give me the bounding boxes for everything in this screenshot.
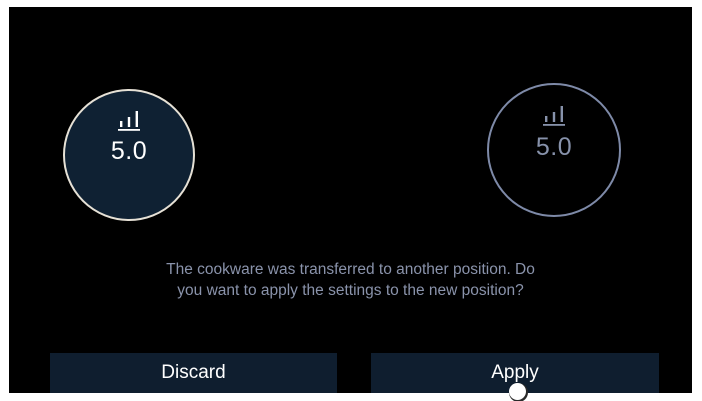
power-level-icon xyxy=(542,104,566,126)
power-level-icon xyxy=(117,109,141,131)
touch-indicator xyxy=(509,383,526,400)
new-zone-level: 5.0 xyxy=(535,133,573,161)
current-cooking-zone[interactable]: 5.0 xyxy=(63,89,195,221)
discard-button[interactable]: Discard xyxy=(50,353,337,393)
current-zone-level: 5.0 xyxy=(110,137,148,165)
cooktop-screen: 5.0 5.0 The cookware was transferred to … xyxy=(9,7,692,393)
new-cooking-zone[interactable]: 5.0 xyxy=(487,83,621,217)
transfer-message: The cookware was transferred to another … xyxy=(166,261,535,299)
